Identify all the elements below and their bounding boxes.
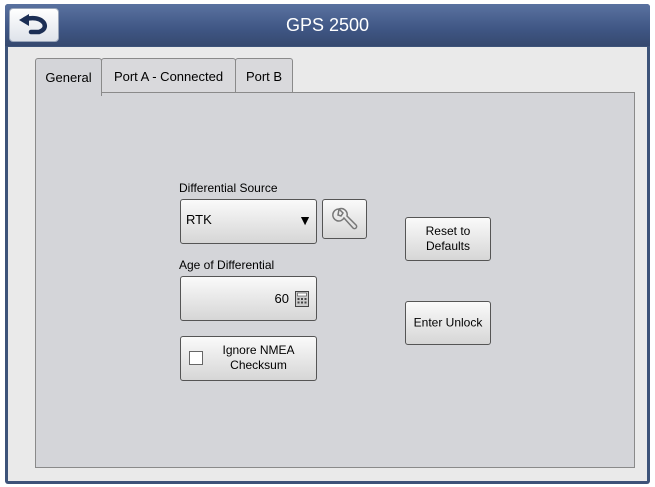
reset-to-defaults-button[interactable]: Reset to Defaults <box>405 217 491 261</box>
ignore-nmea-checksum-toggle[interactable]: Ignore NMEA Checksum <box>180 336 317 381</box>
calculator-icon <box>295 291 309 307</box>
differential-source-select[interactable]: RTK ▼ <box>180 199 317 244</box>
tab-label: Port B <box>245 69 283 84</box>
differential-source-value: RTK <box>186 212 212 227</box>
ignore-nmea-label-line1: Ignore NMEA <box>222 343 295 357</box>
enter-unlock-label: Enter Unlock <box>413 315 483 330</box>
reset-label-line2: Defaults <box>425 239 471 253</box>
differential-source-label: Differential Source <box>179 181 278 195</box>
general-panel: Differential Source RTK ▼ Age of Differe… <box>35 92 635 468</box>
differential-settings-button[interactable] <box>322 199 367 239</box>
triangle-down-icon: ▼ <box>298 212 312 228</box>
page-title: GPS 2500 <box>285 15 370 35</box>
age-of-differential-label: Age of Differential <box>179 258 275 272</box>
enter-unlock-button[interactable]: Enter Unlock <box>405 301 491 345</box>
wrench-icon <box>332 207 358 230</box>
tab-port-a[interactable]: Port A - Connected <box>101 58 236 94</box>
reset-label-line1: Reset to <box>425 224 471 238</box>
tab-label: Port A - Connected <box>113 69 224 84</box>
tab-general[interactable]: General <box>35 58 102 96</box>
content-area: General Port A - Connected Port B Differ… <box>8 47 647 481</box>
tab-port-b[interactable]: Port B <box>235 58 293 94</box>
app-window: GPS 2500 General Port A - Connected Port… <box>5 4 650 484</box>
age-of-differential-value: 60 <box>274 291 289 306</box>
age-of-differential-field[interactable]: 60 <box>180 276 317 321</box>
tab-label: General <box>45 70 92 85</box>
ignore-nmea-label-line2: Checksum <box>230 358 287 372</box>
title-bar: GPS 2500 <box>5 4 650 46</box>
